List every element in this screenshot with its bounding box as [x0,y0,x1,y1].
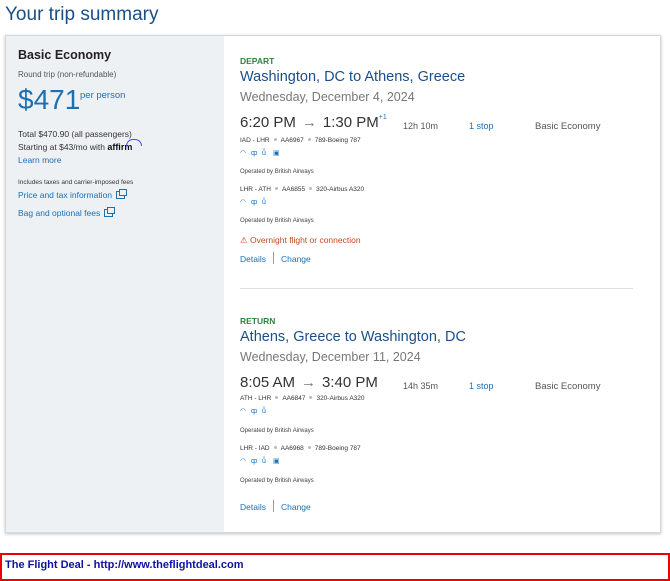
depart-cabin: Basic Economy [535,121,601,132]
leg-flight: AA6847 [282,395,306,402]
depart-arrival-time: 1:30 PM [322,114,379,131]
affirm-offer-text: Starting at $43/mo with [18,142,105,152]
overnight-warning: ⚠ Overnight flight or connection [240,235,361,246]
amenities: ◠ ȹ ǚ [240,199,269,208]
price-tax-info-link[interactable]: Price and tax information [18,189,128,200]
price-tax-info-label: Price and tax information [18,190,113,200]
return-cabin: Basic Economy [535,381,601,392]
arrow-right-icon: → [301,374,317,391]
leg-aircraft: 789-Boeing 787 [314,137,361,144]
arrow-right-icon: → [301,114,317,131]
amenities: ◠ ȹ ǚ [240,408,269,417]
total-price: Total $470.90 (all passengers) [18,129,132,139]
return-route: Athens, Greece to Washington, DC [240,329,466,345]
amenities: ◠ ȹ ǚ ▣ [240,150,280,159]
depart-times: 6:20 PM → 1:30 PM+1 [240,114,387,131]
power-icon: ȹ [251,150,258,157]
return-label: RETURN [240,316,276,326]
leg-flight: AA6968 [280,445,304,452]
power-icon: ȹ [251,199,258,206]
per-person-label: per person [80,90,126,101]
segment-divider [240,288,633,289]
entertainment-icon: ▣ [273,458,280,465]
return-duration: 14h 35m [403,381,439,391]
return-times: 8:05 AM → 3:40 PM [240,374,378,391]
bag-fees-link[interactable]: Bag and optional fees [18,207,116,218]
external-link-icon [116,189,128,199]
usb-icon: ǚ [262,408,266,415]
depart-date: Wednesday, December 4, 2024 [240,90,415,104]
operated-by: Operated by British Airways [240,478,314,484]
depart-route: Washington, DC to Athens, Greece [240,69,466,85]
usb-icon: ǚ [262,458,266,465]
flight-leg: IAD - LHR AA6967 789-Boeing 787 [240,137,361,144]
affirm-arc-icon [126,139,143,146]
depart-actions: Details Change [240,250,311,264]
external-link-icon [104,207,116,217]
leg-flight: AA6967 [280,137,304,144]
wifi-icon: ◠ [240,408,247,415]
leg-route: LHR - IAD [240,445,270,452]
operated-by: Operated by British Airways [240,218,314,224]
leg-route: LHR - ATH [240,186,271,193]
wifi-icon: ◠ [240,458,247,465]
depart-duration: 12h 10m [403,121,439,131]
warning-icon: ⚠ [240,235,248,245]
depart-departure-time: 6:20 PM [240,114,296,131]
bag-fees-label: Bag and optional fees [18,208,101,218]
return-details-link[interactable]: Details [240,502,266,512]
operated-by: Operated by British Airways [240,169,314,175]
flight-leg: LHR - IAD AA6968 789-Boeing 787 [240,445,361,452]
warning-text: Overnight flight or connection [250,235,361,245]
affirm-offer: Starting at $43/mo with affirm [18,139,148,152]
flight-leg: ATH - LHR AA6847 320-Airbus A320 [240,395,365,402]
page-title: Your trip summary [5,4,159,25]
power-icon: ȹ [251,458,258,465]
depart-details-link[interactable]: Details [240,254,266,264]
operated-by: Operated by British Airways [240,428,314,434]
leg-flight: AA6855 [281,186,306,193]
depart-stops-link[interactable]: 1 stop [469,121,494,131]
power-icon: ȹ [251,408,258,415]
leg-aircraft: 320-Airbus A320 [316,186,365,193]
return-departure-time: 8:05 AM [240,374,296,391]
price: $471 [18,84,81,115]
wifi-icon: ◠ [240,199,247,206]
depart-label: DEPART [240,56,275,66]
return-stops-link[interactable]: 1 stop [469,381,494,391]
wifi-icon: ◠ [240,150,247,157]
leg-aircraft: 320-Airbus A320 [316,395,365,402]
leg-aircraft: 789-Boeing 787 [314,445,361,452]
return-change-link[interactable]: Change [281,502,311,512]
fare-type: Round trip (non-refundable) [18,70,117,79]
depart-change-link[interactable]: Change [281,254,311,264]
return-arrival-time: 3:40 PM [322,374,378,391]
entertainment-icon: ▣ [273,150,280,157]
flight-leg: LHR - ATH AA6855 320-Airbus A320 [240,186,364,193]
usb-icon: ǚ [262,150,266,157]
includes-taxes-note: Includes taxes and carrier-imposed fees [18,179,134,186]
leg-route: IAD - LHR [240,137,270,144]
fare-name: Basic Economy [18,48,112,62]
leg-route: ATH - LHR [240,395,272,402]
learn-more-link[interactable]: Learn more [18,155,61,165]
usb-icon: ǚ [262,199,266,206]
fare-panel: Basic Economy Round trip (non-refundable… [6,36,224,532]
trip-summary-card: Basic Economy Round trip (non-refundable… [5,35,661,533]
footer-banner: The Flight Deal - http://www.theflightde… [0,553,670,581]
day-offset: +1 [378,114,387,121]
amenities: ◠ ȹ ǚ ▣ [240,458,280,467]
return-actions: Details Change [240,498,311,512]
footer-text: The Flight Deal - http://www.theflightde… [5,559,244,571]
return-date: Wednesday, December 11, 2024 [240,350,421,364]
